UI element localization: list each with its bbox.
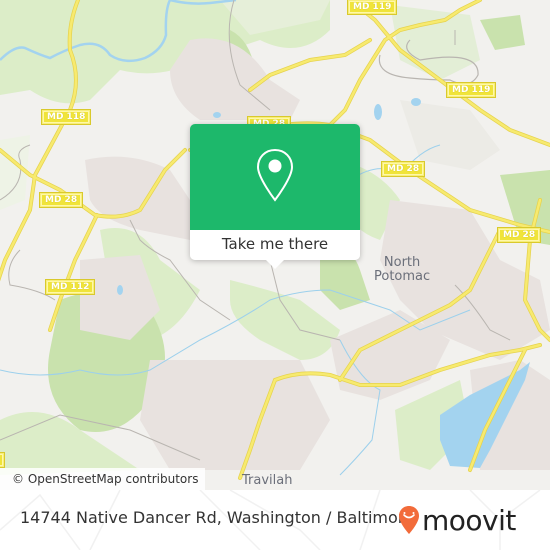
pond — [213, 112, 221, 118]
moovit-pin-smile-icon — [399, 506, 419, 534]
road-shield-md112: MD 112 — [44, 279, 96, 295]
park-area — [390, 5, 480, 80]
popup-header[interactable] — [190, 124, 360, 230]
destination-address: 14744 Native Dancer Rd, Washington / Bal… — [20, 508, 414, 527]
map-attribution[interactable]: © OpenStreetMap contributors — [0, 468, 205, 490]
place-label-line: Potomac — [374, 269, 431, 284]
place-label-travilah: Travilah — [242, 473, 293, 488]
footer-bar: 14744 Native Dancer Rd, Washington / Bal… — [0, 490, 550, 550]
forest-area — [480, 15, 525, 50]
moovit-logo[interactable]: moovit — [398, 502, 516, 538]
road-shield-md119: MD 119 — [445, 82, 497, 98]
pond — [117, 285, 123, 295]
residential-area — [140, 360, 330, 470]
road-shield-md28: MD 28 — [380, 161, 426, 177]
residential-area — [85, 156, 190, 240]
take-me-there-button[interactable]: Take me there — [190, 230, 360, 260]
pond — [374, 104, 382, 120]
destination-popup: Take me there — [190, 124, 360, 269]
residential-area — [170, 38, 300, 121]
moovit-wordmark: moovit — [422, 503, 516, 537]
map-view[interactable]: MD 119 MD 119 MD 118 MD 28 MD 28 MD 28 M… — [0, 0, 550, 490]
road-shield-md119: MD 119 — [346, 0, 398, 15]
road-shield-md28: MD 28 — [496, 227, 542, 243]
location-pin-icon — [256, 148, 294, 202]
road-shield-md118: MD 118 — [40, 109, 92, 125]
popup-pointer — [266, 260, 284, 269]
road-shield-md28: MD 28 — [38, 192, 84, 208]
place-label-north-potomac: North Potomac — [374, 256, 430, 284]
place-label-line: North — [383, 255, 421, 270]
road-shield-md: MD — [0, 452, 6, 468]
pond — [411, 98, 421, 106]
